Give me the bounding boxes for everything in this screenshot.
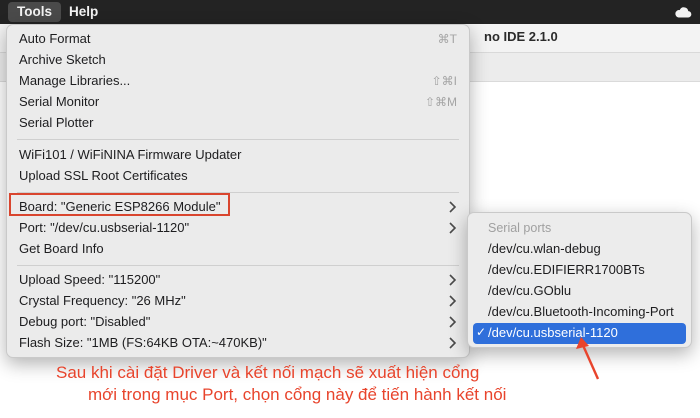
board-highlight-box	[9, 193, 230, 216]
menu-help[interactable]: Help	[60, 2, 107, 22]
menu-item-label: Flash Size: "1MB (FS:64KB OTA:~470KB)"	[19, 335, 267, 350]
chevron-right-icon	[449, 316, 457, 328]
port-item-label: /dev/cu.wlan-debug	[488, 241, 601, 256]
menu-separator	[17, 139, 459, 140]
checkmark-icon: ✓	[476, 325, 487, 339]
menu-item-label: Port: "/dev/cu.usbserial-1120"	[19, 220, 190, 235]
tools-menu: Auto Format ⌘T Archive Sketch Manage Lib…	[6, 24, 470, 358]
menu-tools[interactable]: Tools	[8, 2, 61, 22]
chevron-right-icon	[449, 222, 457, 234]
menu-item-debug-port[interactable]: Debug port: "Disabled"	[7, 312, 469, 333]
chevron-right-icon	[449, 337, 457, 349]
menu-item-upload-ssl[interactable]: Upload SSL Root Certificates	[7, 166, 469, 187]
port-item[interactable]: /dev/cu.Bluetooth-Incoming-Port	[473, 302, 686, 323]
chevron-right-icon	[449, 201, 457, 213]
menu-item-label: Debug port: "Disabled"	[19, 314, 151, 329]
menu-item-label: Crystal Frequency: "26 MHz"	[19, 293, 186, 308]
arrow-icon	[576, 337, 600, 380]
submenu-header: Serial ports	[488, 221, 552, 235]
menu-item-label: Get Board Info	[19, 241, 104, 256]
port-submenu: Serial ports /dev/cu.wlan-debug /dev/cu.…	[467, 212, 692, 348]
port-item[interactable]: /dev/cu.GOblu	[473, 281, 686, 302]
menu-item-flash-size[interactable]: Flash Size: "1MB (FS:64KB OTA:~470KB)"	[7, 333, 469, 354]
window-title: no IDE 2.1.0	[484, 29, 558, 44]
menu-item-label: Upload Speed: "115200"	[19, 272, 161, 287]
menu-item-label: Upload SSL Root Certificates	[19, 168, 188, 183]
port-item-label: /dev/cu.GOblu	[488, 283, 572, 298]
port-item-label: /dev/cu.Bluetooth-Incoming-Port	[488, 304, 674, 319]
port-item[interactable]: /dev/cu.wlan-debug	[473, 239, 686, 260]
chevron-right-icon	[449, 295, 457, 307]
menu-item-label: Auto Format	[19, 31, 91, 46]
menu-item-crystal-frequency[interactable]: Crystal Frequency: "26 MHz"	[7, 291, 469, 312]
chevron-right-icon	[449, 274, 457, 286]
menu-item-label: Serial Plotter	[19, 115, 94, 130]
port-item[interactable]: /dev/cu.EDIFIERR1700BTs	[473, 260, 686, 281]
menu-item-shortcut: ⌘T	[437, 32, 457, 46]
cloud-icon[interactable]	[674, 5, 692, 19]
menu-item-auto-format[interactable]: Auto Format ⌘T	[7, 29, 469, 50]
menu-item-label: WiFi101 / WiFiNINA Firmware Updater	[19, 147, 242, 162]
annotation-line-2: mới trong mục Port, chọn cổng này để tiế…	[88, 385, 507, 404]
menu-bar: Tools Help	[0, 0, 700, 24]
port-item-label: /dev/cu.EDIFIERR1700BTs	[488, 262, 645, 277]
menu-item-upload-speed[interactable]: Upload Speed: "115200"	[7, 270, 469, 291]
menu-item-manage-libraries[interactable]: Manage Libraries... ⇧⌘I	[7, 71, 469, 92]
menu-item-serial-monitor[interactable]: Serial Monitor ⇧⌘M	[7, 92, 469, 113]
menu-item-port[interactable]: Port: "/dev/cu.usbserial-1120"	[7, 218, 469, 239]
menu-item-shortcut: ⇧⌘I	[431, 74, 457, 88]
annotation-line-1: Sau khi cài đặt Driver và kết nối mạch s…	[56, 363, 480, 382]
menu-item-shortcut: ⇧⌘M	[424, 95, 457, 109]
menu-item-label: Manage Libraries...	[19, 73, 131, 88]
menu-item-label: Archive Sketch	[19, 52, 106, 67]
menu-item-archive-sketch[interactable]: Archive Sketch	[7, 50, 469, 71]
menu-item-firmware-updater[interactable]: WiFi101 / WiFiNINA Firmware Updater	[7, 145, 469, 166]
menu-item-label: Serial Monitor	[19, 94, 100, 109]
menu-item-serial-plotter[interactable]: Serial Plotter	[7, 113, 469, 134]
menu-separator	[17, 265, 459, 266]
menu-item-get-board-info[interactable]: Get Board Info	[7, 239, 469, 260]
